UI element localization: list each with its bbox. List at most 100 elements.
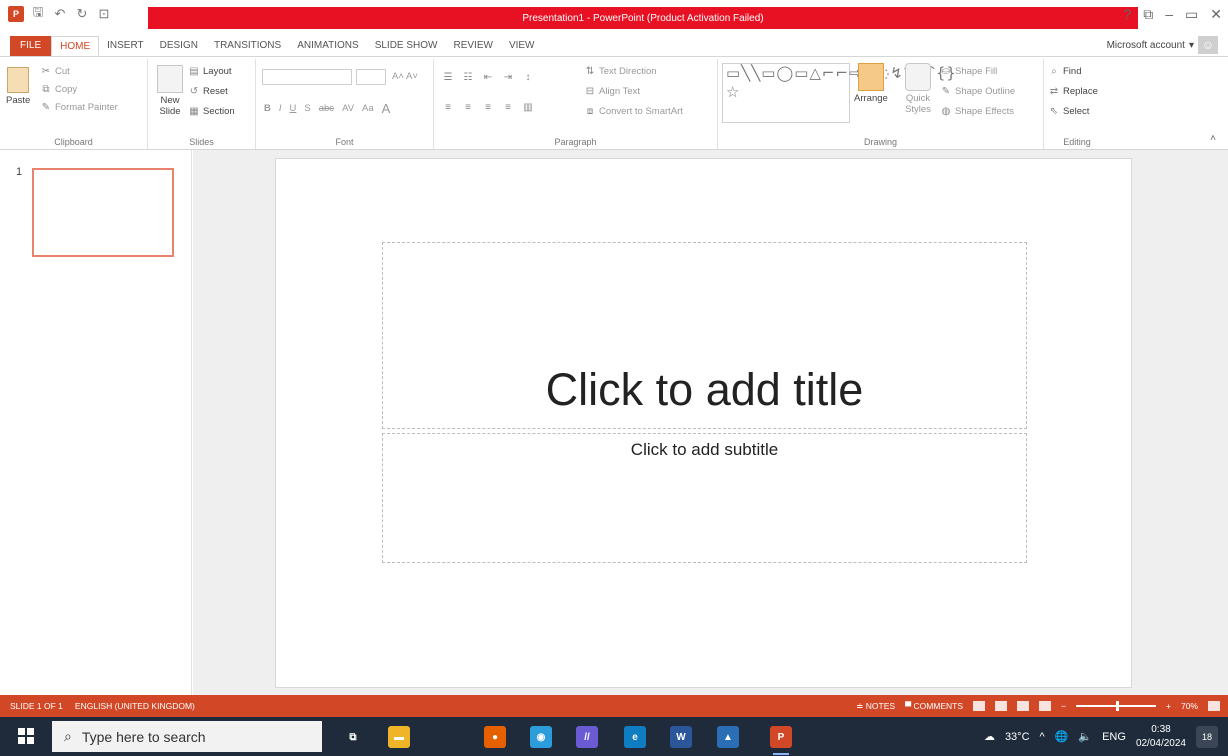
word-taskbar-icon[interactable]: W [670,726,692,748]
zoom-slider[interactable] [1076,701,1157,711]
tab-design[interactable]: DESIGN [152,36,206,56]
layout-button[interactable]: ▤ Layout [188,65,231,77]
maximize-icon[interactable]: ▭ [1185,6,1198,23]
slide-show-icon[interactable] [1039,701,1052,711]
italic-button[interactable]: I [279,103,282,114]
account-menu[interactable]: Microsoft account ▾ ☺ [1107,36,1218,54]
clock[interactable]: 0:38 02/04/2024 [1136,723,1186,751]
justify-icon[interactable]: ≡ [502,101,514,113]
align-left-icon[interactable]: ≡ [442,101,454,113]
paste-button[interactable]: Paste [6,67,30,106]
tab-view[interactable]: VIEW [501,36,543,56]
tab-slide-show[interactable]: SLIDE SHOW [367,36,446,56]
photos-taskbar-icon[interactable]: ▲ [717,726,739,748]
title-placeholder[interactable]: Click to add title [382,242,1027,429]
start-from-beginning-icon[interactable]: ⊡ [96,6,112,22]
tab-animations[interactable]: ANIMATIONS [289,36,366,56]
close-icon[interactable]: ✕ [1210,6,1222,23]
minimize-icon[interactable]: – [1165,6,1173,23]
window-title: Presentation1 - PowerPoint (Product Acti… [148,7,1138,29]
zoom-in-icon[interactable]: + [1166,701,1171,711]
quick-styles-button[interactable]: Quick Styles [900,63,936,115]
undo-icon[interactable]: ↶ [52,6,68,22]
convert-smartart-button[interactable]: ⧈ Convert to SmartArt [584,105,683,117]
font-group: A˄ A˅ B I U S abc AV Aa A Font [256,59,434,149]
slide-sorter-icon[interactable] [995,701,1008,711]
language-indicator[interactable]: ENGLISH (UNITED KINGDOM) [75,701,195,711]
section-button[interactable]: ▦ Section [188,105,234,117]
bold-button[interactable]: B [264,103,271,114]
powerpoint-taskbar-icon[interactable]: P [770,726,792,755]
save-icon[interactable]: 🖫 [30,4,46,22]
tab-review[interactable]: REVIEW [445,36,500,56]
new-slide-button[interactable]: New Slide [154,65,186,117]
show-hidden-icons-icon[interactable]: ^ [1040,731,1045,743]
bullets-icon[interactable]: ☰ [442,71,454,83]
columns-icon[interactable]: ▥ [522,101,534,113]
firefox-taskbar-icon[interactable]: ● [484,726,506,748]
arrange-button[interactable]: Arrange [854,63,888,104]
collapse-ribbon-icon[interactable]: ˄ [1210,133,1216,144]
decrease-indent-icon[interactable]: ⇤ [482,71,494,83]
strikethrough-button[interactable]: abc [319,103,334,114]
redo-icon[interactable]: ↻ [74,6,90,22]
language-indicator-tray[interactable]: ENG [1102,731,1126,743]
reset-button[interactable]: ↺ Reset [188,85,228,97]
notes-button[interactable]: ≐ NOTES [856,701,895,712]
line-spacing-icon[interactable]: ↕ [522,71,534,83]
align-text-button[interactable]: ⊟ Align Text [584,85,640,97]
grow-shrink-font-buttons[interactable]: A˄ A˅ [392,71,418,82]
fit-slide-icon[interactable] [1208,701,1220,711]
cut-button[interactable]: ✂ Cut [40,65,70,77]
zoom-slider-thumb[interactable] [1116,701,1120,711]
copy-icon: ⧉ [42,83,50,95]
slide-thumbnail[interactable] [32,168,174,257]
purple-app-taskbar-icon[interactable]: // [576,726,598,748]
tab-transitions[interactable]: TRANSITIONS [206,36,289,56]
format-painter-button[interactable]: ✎ Format Painter [40,101,118,113]
notification-center-icon[interactable]: 18 [1196,725,1218,748]
text-shadow-button[interactable]: S [304,103,310,114]
network-icon[interactable]: 🌐 [1055,730,1069,743]
windows-start-icon[interactable] [18,728,34,744]
align-center-icon[interactable]: ≡ [462,101,474,113]
numbering-icon[interactable]: ☷ [462,71,474,83]
help-icon[interactable]: ? [1123,6,1131,23]
increase-indent-icon[interactable]: ⇥ [502,71,514,83]
tab-insert[interactable]: INSERT [99,36,152,56]
edge-taskbar-icon[interactable]: e [624,726,646,748]
tab-file[interactable]: FILE [10,36,52,56]
character-spacing-button[interactable]: AV [342,103,354,114]
font-size-dropdown[interactable] [356,69,386,85]
ribbon-display-options-icon[interactable]: ⧉ [1143,6,1153,23]
slide-canvas[interactable]: Click to add title Click to add subtitle [275,158,1132,688]
file-explorer-taskbar-icon[interactable]: ▬ [388,726,410,748]
normal-view-icon[interactable] [973,701,986,711]
taskbar-search-box[interactable]: ⌕ Type here to search [52,721,322,752]
search-app-taskbar-icon[interactable]: ◉ [530,726,552,748]
font-name-dropdown[interactable] [262,69,352,85]
weather-icon[interactable]: ☁ [984,730,995,743]
tab-home[interactable]: HOME [51,36,100,56]
zoom-level[interactable]: 70% [1181,701,1198,711]
change-case-button[interactable]: Aa [362,103,374,114]
align-right-icon[interactable]: ≡ [482,101,494,113]
subtitle-placeholder[interactable]: Click to add subtitle [382,433,1027,563]
text-direction-button[interactable]: ⇅ Text Direction [584,65,657,77]
volume-icon[interactable]: 🔈 [1078,730,1092,743]
replace-button[interactable]: ⇄ Replace [1048,85,1098,97]
copy-button[interactable]: ⧉ Copy [40,83,77,95]
reading-view-icon[interactable] [1017,701,1030,711]
shape-effects-button[interactable]: ◍ Shape Effects [940,105,1014,117]
shape-fill-button[interactable]: ⛀ Shape Fill [940,65,997,77]
shape-outline-button[interactable]: ✎ Shape Outline [940,85,1015,97]
weather-temp[interactable]: 33°C [1005,731,1030,743]
select-button[interactable]: ⇖ Select [1048,105,1090,117]
task-view-taskbar-icon[interactable]: ⧉ [342,726,364,748]
underline-button[interactable]: U [290,103,297,114]
find-button[interactable]: ⌕ Find [1048,65,1081,77]
comments-button[interactable]: ▀ COMMENTS [905,701,963,711]
zoom-out-icon[interactable]: − [1061,701,1066,711]
font-color-button[interactable]: A [382,101,391,116]
shapes-gallery[interactable]: ▭╲╲▭◯▭△⌐⌐⇨⇩◌↯⌒⌒{}☆ [722,63,956,123]
